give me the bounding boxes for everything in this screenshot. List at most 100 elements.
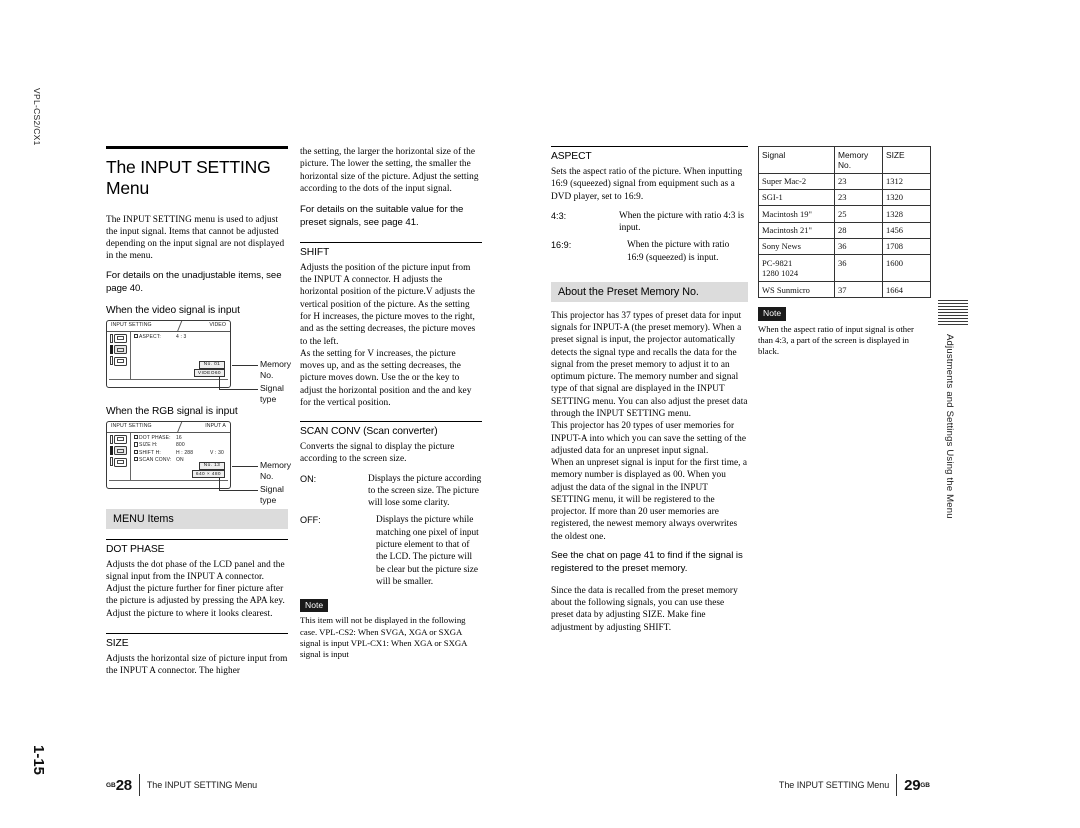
callout-signal-line2: type (260, 393, 277, 404)
sheet-number-label: 1-15 (30, 745, 47, 776)
osd-scroll-segment-bottom (110, 456, 113, 466)
aspect-4-3-term: 4:3: (551, 210, 567, 221)
side-tab-label: Adjustments and Settings Using the Menu (944, 334, 955, 519)
input-setting-menu-icon (114, 446, 127, 456)
osd-row-label: DOT PHASE: (139, 435, 171, 442)
aspect-16-9-row: 16:9: When the picture with ratio 16:9 (… (551, 239, 748, 264)
osd-video-slash-divider (160, 320, 183, 332)
osd-rgb-rows: DOT PHASE: 16 SIZE H: 800 SHIFT H: H : 2… (134, 435, 227, 464)
shift-body-part1: Adjusts the position of the picture inpu… (300, 262, 476, 347)
preset-memory-table: Signal Memory No. SIZE Super Mac-2 23 13… (758, 146, 931, 299)
osd-video-bottom-rule (109, 379, 228, 381)
callout-leader-memory (232, 465, 258, 467)
osd-rgb-slash-divider (160, 421, 183, 433)
aspect-4-3-row: 4:3: When the picture with ratio 4:3 is … (551, 210, 748, 235)
table-row: Macintosh 21" 28 1456 (758, 221, 931, 239)
table-row: PC-9821 1280 1024 36 1600 (758, 254, 931, 283)
osd-row-label: ASPECT: (139, 334, 161, 341)
footer-right: The INPUT SETTING Menu 29 GB (779, 774, 930, 796)
cell-memory: 23 (834, 188, 883, 207)
cell-signal: WS Sunmicro (758, 281, 835, 299)
see-page-40-note: For details on the unadjustable items, s… (106, 269, 282, 294)
footer-left-region-code: GB (106, 781, 116, 789)
side-tab-stripes-icon (938, 300, 968, 326)
table-header-memory-no: Memory No. (834, 146, 883, 174)
aspect-16-9-definition: When the picture with ratio 16:9 (squeez… (627, 240, 730, 263)
picture-menu-icon (114, 434, 127, 444)
preset-signals-note: For details on the suitable value for th… (300, 204, 464, 228)
footer-right-page-number: 29 (904, 776, 921, 794)
cell-signal: Macintosh 19" (758, 205, 835, 223)
cell-size: 1320 (882, 188, 931, 207)
dot-phase-heading: DOT PHASE (106, 538, 288, 555)
callout-memory-line2: No. (260, 369, 274, 380)
osd-video-memory-number: No. 01 (199, 360, 225, 369)
osd-rgb-column-divider (130, 432, 131, 480)
scan-conv-heading: SCAN CONV (Scan converter) (300, 421, 482, 437)
column-four: Signal Memory No. SIZE Super Mac-2 23 13… (758, 146, 931, 364)
footer-right-region-code: GB (920, 781, 930, 789)
scan-conv-note-text: This item will not be displayed in the f… (300, 615, 467, 660)
aspect-options: 4:3: When the picture with ratio 4:3 is … (551, 210, 748, 264)
preset-body-2: This projector has 20 types of user memo… (551, 421, 747, 456)
cell-memory: 23 (834, 172, 883, 190)
rgb-signal-heading: When the RGB signal is input (106, 405, 238, 417)
osd-rgb-window: INPUT SETTING INPUT A DOT PHASE: 16 SIZE… (106, 420, 231, 489)
cell-memory: 28 (834, 221, 883, 239)
table-header-size: SIZE (882, 146, 931, 174)
osd-row: DOT PHASE: 16 (134, 435, 227, 442)
shift-body-part2: As the setting for V increases, the pict… (300, 348, 472, 408)
size-body: Adjusts the horizontal size of picture i… (106, 653, 288, 677)
table-header-row: Signal Memory No. SIZE (758, 146, 931, 174)
cell-signal: PC-9821 1280 1024 (758, 254, 835, 283)
footer-left: GB 28 The INPUT SETTING Menu (106, 774, 257, 796)
osd-row: ASPECT: 4 : 3 (134, 334, 227, 341)
preset-body-1: This projector has 37 types of preset da… (551, 310, 748, 419)
osd-rgb-memory-number: No. 13 (199, 461, 225, 470)
note-badge: Note (300, 599, 329, 613)
table-row: SGI-1 23 1320 (758, 188, 931, 207)
cell-size: 1600 (882, 254, 931, 283)
osd-row-value: H : 288 (176, 449, 194, 456)
preset-body-4: Since the data is recalled from the pres… (551, 585, 738, 633)
osd-row-value: 800 (176, 442, 185, 449)
osd-row-value: 16 (176, 435, 182, 442)
scan-conv-body: Converts the signal to display the pictu… (300, 442, 455, 465)
cell-memory: 25 (834, 205, 883, 223)
column-one: The INPUT SETTING Menu The INPUT SETTING… (106, 146, 291, 684)
cell-memory: 36 (834, 237, 883, 256)
osd-row: SIZE H: 800 (134, 442, 227, 449)
osd-scroll-segment-top (110, 434, 113, 444)
osd-scroll-segment-top (110, 333, 113, 343)
scan-conv-options: ON: Displays the picture according to th… (300, 473, 482, 588)
osd-scroll-segment-bottom (110, 355, 113, 365)
cell-signal: Super Mac-2 (758, 172, 835, 190)
model-number-label: VPL-CS2/CX1 (32, 88, 42, 146)
size-continued-body: the setting, the larger the horizontal s… (300, 147, 479, 194)
osd-rgb-bottom-rule (109, 480, 228, 482)
osd-video-signal-type: VIDEO60 (193, 369, 225, 378)
callout-leader-memory (232, 364, 258, 366)
osd-row-value-secondary: V : 30 (210, 449, 224, 456)
cell-size: 1312 (882, 172, 931, 190)
manual-page: VPL-CS2/CX1 1-15 Adjustments and Setting… (0, 0, 1080, 828)
osd-row-value: 4 : 3 (176, 334, 187, 341)
callout-leader-signal-vertical (219, 375, 220, 389)
preset-body-3: When an unpreset signal is input for the… (551, 458, 748, 542)
chart-reference-note: See the chat on page 41 to find if the s… (551, 549, 743, 574)
footer-right-section-title: The INPUT SETTING Menu (778, 780, 890, 790)
scan-conv-on-row: ON: Displays the picture according to th… (300, 473, 482, 510)
osd-figure-video: INPUT SETTING VIDEO ASPECT: 4: 3 No. 01… (106, 319, 291, 404)
aspect-note-text: When the aspect ratio of input signal is… (758, 323, 914, 357)
aspect-body: Sets the aspect ratio of the picture. Wh… (551, 167, 743, 202)
table-row: WS Sunmicro 37 1664 (758, 281, 931, 299)
cell-memory: 37 (834, 281, 883, 299)
table-row: Super Mac-2 23 1312 (758, 172, 931, 190)
cell-signal: Sony News (758, 237, 835, 256)
osd-video-icon-rail (110, 333, 129, 369)
aspect-4-3-definition: When the picture with ratio 4:3 is input… (619, 210, 744, 234)
footer-left-page-number: 28 (115, 776, 132, 794)
table-row: Macintosh 19" 25 1328 (758, 205, 931, 223)
setup-menu-icon (114, 457, 127, 467)
cell-memory: 36 (834, 254, 883, 283)
